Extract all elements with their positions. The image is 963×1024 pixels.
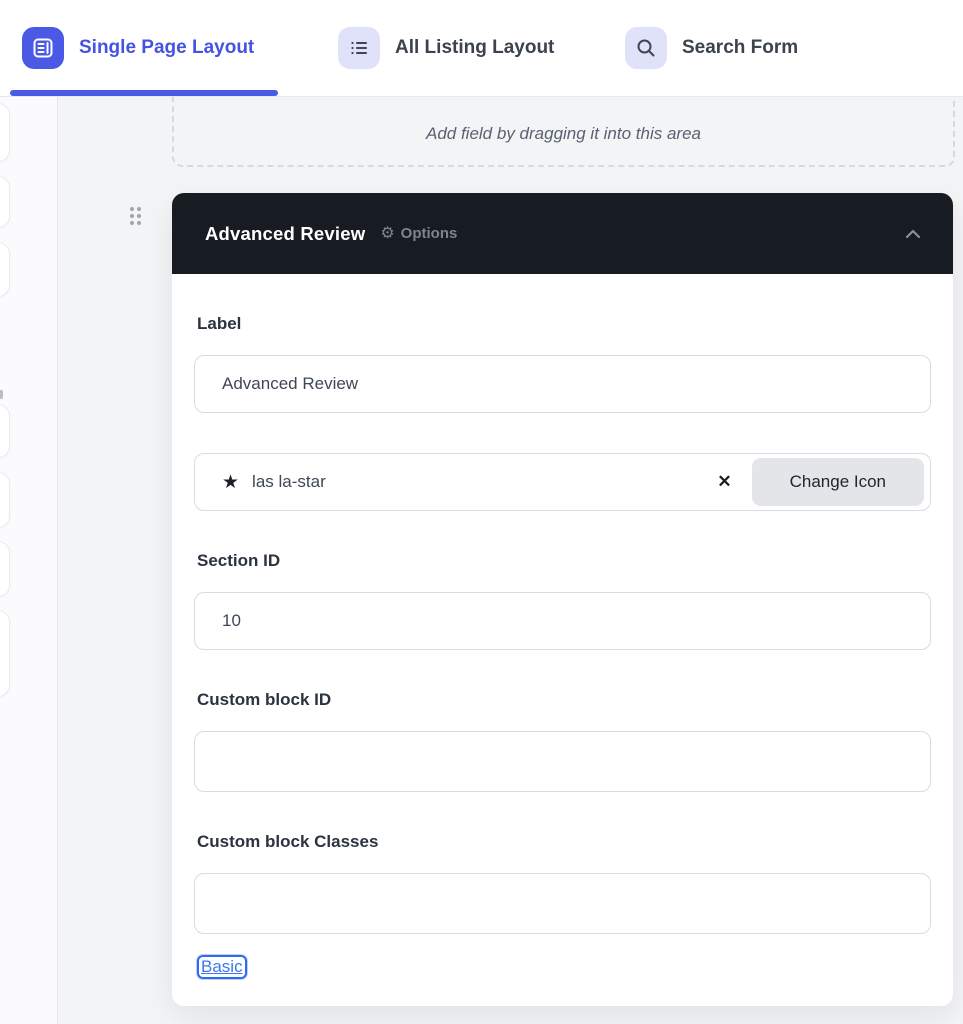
tab-single-page-layout[interactable]: Single Page Layout bbox=[22, 27, 254, 69]
sidebar-caret-sliver bbox=[0, 390, 3, 399]
change-icon-button[interactable]: Change Icon bbox=[751, 458, 924, 506]
collapse-button[interactable] bbox=[899, 223, 927, 245]
basic-link[interactable]: Basic bbox=[197, 955, 247, 979]
label-input[interactable] bbox=[194, 355, 931, 413]
dropzone-hint: Add field by dragging it into this area bbox=[425, 123, 701, 143]
all-listing-layout-icon bbox=[338, 27, 380, 69]
fields-sidebar bbox=[0, 97, 58, 1024]
section-id-input[interactable] bbox=[194, 592, 931, 650]
tab-label: Single Page Layout bbox=[79, 37, 255, 58]
sidebar-field-card[interactable] bbox=[0, 541, 10, 597]
icon-picker-row: ★ las la-star ✕ Change Icon bbox=[194, 453, 931, 511]
label-field-label: Label bbox=[197, 314, 242, 333]
drag-handle-icon[interactable] bbox=[130, 207, 144, 227]
single-page-layout-icon bbox=[22, 27, 64, 69]
sidebar-field-card[interactable] bbox=[0, 472, 10, 528]
advanced-review-section: Advanced Review ⚙ Options Label ★ las la… bbox=[130, 193, 953, 1006]
layout-tabbar: Single Page Layout All Listing Layout Se… bbox=[0, 0, 963, 97]
search-icon bbox=[625, 27, 667, 69]
sidebar-field-card[interactable] bbox=[0, 404, 10, 458]
custom-block-id-label: Custom block ID bbox=[197, 690, 332, 709]
active-tab-underline bbox=[10, 90, 278, 96]
tab-all-listing-layout[interactable]: All Listing Layout bbox=[338, 27, 554, 69]
custom-block-id-input[interactable] bbox=[194, 731, 931, 792]
custom-block-classes-label: Custom block Classes bbox=[197, 832, 379, 851]
section-title: Advanced Review bbox=[205, 222, 366, 244]
chevron-up-icon bbox=[905, 229, 921, 238]
sidebar-field-card[interactable] bbox=[0, 176, 10, 228]
sidebar-field-card[interactable] bbox=[0, 103, 10, 162]
section-header[interactable]: Advanced Review ⚙ Options bbox=[172, 193, 953, 274]
options-label: Options bbox=[400, 225, 458, 242]
tab-label: All Listing Layout bbox=[395, 37, 555, 58]
options-button[interactable]: ⚙ Options bbox=[380, 225, 457, 242]
sidebar-field-card[interactable] bbox=[0, 610, 10, 697]
gear-icon: ⚙ bbox=[380, 224, 395, 242]
section-body: Label ★ las la-star ✕ Change Icon Sectio… bbox=[172, 274, 953, 1006]
star-icon: ★ bbox=[222, 471, 240, 493]
section-id-label: Section ID bbox=[197, 551, 281, 570]
tab-label: Search Form bbox=[682, 37, 799, 58]
sidebar-field-card[interactable] bbox=[0, 242, 10, 297]
icon-class-name: las la-star bbox=[252, 472, 326, 491]
close-icon[interactable]: ✕ bbox=[707, 468, 741, 496]
field-dropzone[interactable]: Add field by dragging it into this area bbox=[172, 86, 955, 167]
tab-search-form[interactable]: Search Form bbox=[625, 27, 798, 69]
custom-block-classes-input[interactable] bbox=[194, 873, 931, 934]
